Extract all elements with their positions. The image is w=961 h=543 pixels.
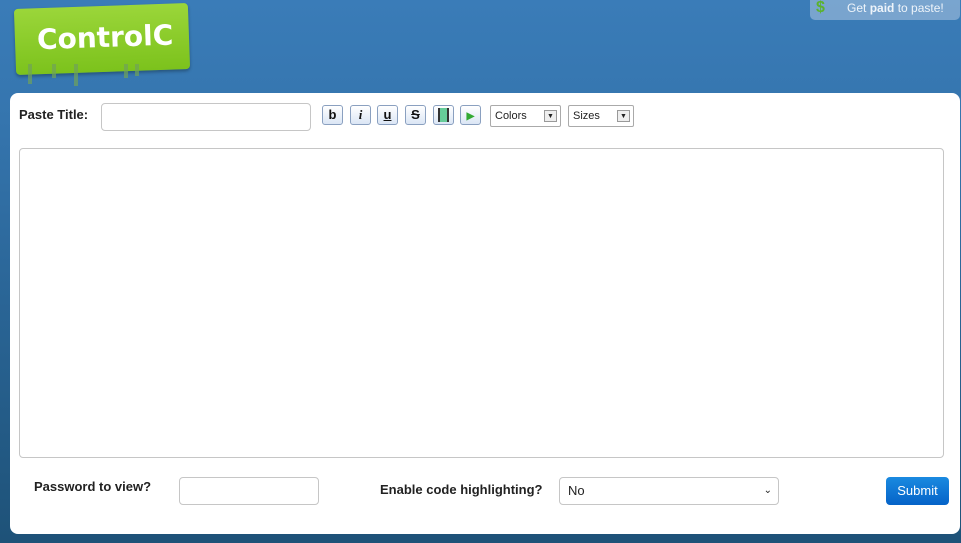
highlight-select[interactable]: No ⌄ (559, 477, 779, 505)
logo-drip (74, 64, 78, 86)
promo-bold: paid (869, 1, 895, 15)
paste-title-input[interactable] (101, 103, 311, 131)
submit-button[interactable]: Submit (886, 477, 949, 505)
video-button[interactable] (433, 105, 454, 125)
underline-button[interactable]: u (377, 105, 398, 125)
chevron-down-icon: ⌄ (763, 485, 772, 496)
sizes-select[interactable]: Sizes ▼ (568, 105, 634, 127)
paste-content-textarea[interactable] (19, 148, 944, 458)
highlight-value: No (568, 483, 585, 498)
password-label: Password to view? (34, 479, 152, 494)
controlc-logo[interactable]: ControlC (13, 2, 191, 76)
paste-form: Paste Title: b i u S ▶ Colors ▼ Sizes ▼ Pa… (10, 93, 960, 534)
italic-button[interactable]: i (350, 105, 371, 125)
get-paid-link[interactable]: $ Get paid to paste! (810, 0, 960, 20)
paste-title-label: Paste Title: (19, 107, 89, 122)
strikethrough-button[interactable]: S (405, 105, 426, 125)
media-button[interactable]: ▶ (460, 105, 481, 125)
colors-select[interactable]: Colors ▼ (490, 105, 561, 127)
dollar-icon: $ (816, 0, 825, 16)
colors-label: Colors (495, 110, 527, 122)
highlight-label: Enable code highlighting? (380, 482, 543, 497)
promo-prefix: Get (847, 1, 870, 15)
logo-text: ControlC (36, 18, 174, 57)
sizes-label: Sizes (573, 110, 600, 122)
logo-drip (52, 64, 56, 78)
media-play-icon: ▶ (466, 111, 475, 122)
logo-drip (124, 64, 128, 78)
password-input[interactable] (179, 477, 319, 505)
film-icon (438, 108, 449, 122)
promo-suffix: to paste! (894, 1, 944, 15)
dropdown-arrow-icon: ▼ (617, 110, 630, 122)
logo-drip (135, 64, 139, 76)
dropdown-arrow-icon: ▼ (544, 110, 557, 122)
bold-button[interactable]: b (322, 105, 343, 125)
logo-drip (28, 64, 32, 84)
